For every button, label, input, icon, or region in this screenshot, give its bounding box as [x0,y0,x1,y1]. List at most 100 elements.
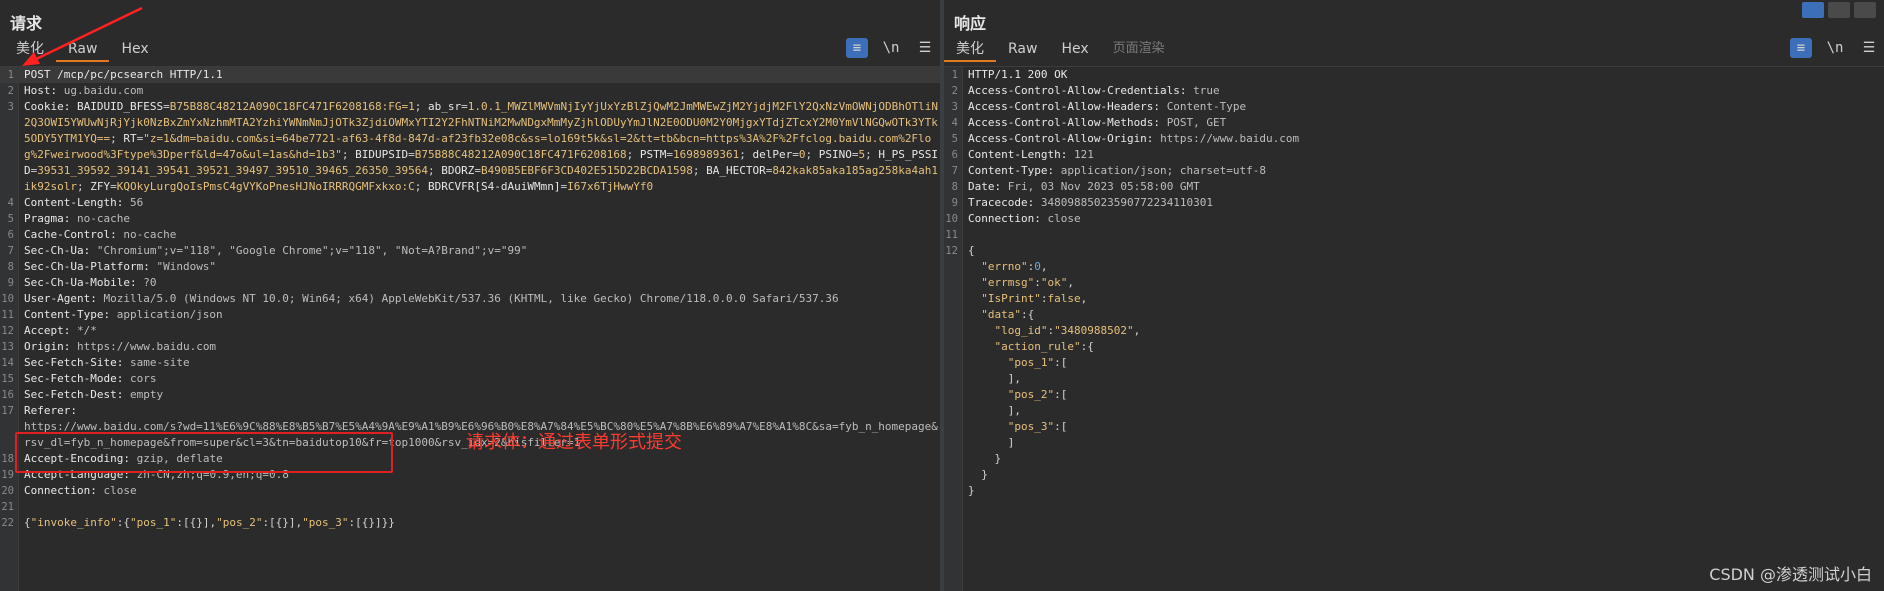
code-line: 1 HTTP/1.1 200 OK [944,67,1884,83]
code-line: 7 Content-Type: application/json; charset… [944,163,1884,179]
line-content: Sec-Fetch-Dest: empty [24,388,164,401]
code-line: 4 Access-Control-Allow-Methods: POST, GET [944,115,1884,131]
response-editor[interactable]: 1 HTTP/1.1 200 OK 2 Access-Control-Allow-Cr… [944,66,1884,591]
line-number: 9 [951,197,958,209]
wrap-lines-icon[interactable]: ≡ [1790,38,1812,58]
line-content: ], [968,404,1021,417]
code-line: 10 User-Agent: Mozilla/5.0 (Windows NT 10… [0,291,940,307]
code-line: 15 Sec-Fetch-Mode: cors [0,371,940,387]
line-number [944,483,962,499]
code-line: } [944,467,1884,483]
line-number [944,403,962,419]
menu-icon[interactable]: ☰ [1858,38,1880,58]
code-line: 10 Connection: close [944,211,1884,227]
code-line: ], [944,371,1884,387]
line-number: 2 [7,85,14,97]
tab-raw[interactable]: Raw [996,38,1049,62]
code-line: 11 Content-Type: application/json [0,307,940,323]
request-toolbar: ≡ \n ☰ [846,38,936,58]
code-line: 20 Connection: close [0,483,940,499]
code-line: ], [944,403,1884,419]
line-number: 5 [951,133,958,145]
line-content: Access-Control-Allow-Methods: POST, GET [968,116,1227,129]
tab-hex[interactable]: Hex [1049,38,1100,62]
request-body-highlight-box [15,432,393,473]
layout-single-icon[interactable] [1854,2,1876,18]
wrap-lines-icon[interactable]: ≡ [846,38,868,58]
code-line: 2 Access-Control-Allow-Credentials: true [944,83,1884,99]
newline-toggle-icon[interactable]: \n [1824,38,1846,58]
line-content: "pos_2":[ [1007,388,1068,401]
line-number [944,451,962,467]
code-line: } [944,451,1884,467]
line-number: 11 [945,229,958,241]
line-number: 8 [951,181,958,193]
response-title: 响应 [954,14,987,33]
response-pane: 响应 美化 Raw Hex 页面渲染 ≡ \n ☰ 1 HTTP/1.1 200 … [944,0,1884,591]
line-content: {"invoke_info":{"pos_1":[{}],"pos_2":[{}… [24,516,395,529]
response-code: 1 HTTP/1.1 200 OK 2 Access-Control-Allow-Cr… [944,67,1884,499]
line-content: "log_id":"3480988502", [994,324,1141,337]
line-content: Tracecode: 34809885023590772234110301 [968,196,1214,209]
line-number: 7 [951,165,958,177]
layout-stacked-icon[interactable] [1828,2,1850,18]
line-content: Date: Fri, 03 Nov 2023 05:58:00 GMT [968,180,1200,193]
line-content: Connection: close [24,484,137,497]
line-content: Sec-Ch-Ua-Mobile: ?0 [24,276,157,289]
code-line: 11 [944,227,1884,243]
code-line: ] [944,435,1884,451]
line-number: 12 [1,325,14,337]
line-content: "pos_1":[ [1007,356,1068,369]
tab-pretty[interactable]: 美化 [944,38,996,62]
line-content: Access-Control-Allow-Headers: Content-Ty… [968,100,1247,113]
line-number: 15 [1,373,14,385]
line-content: Content-Type: application/json; charset=… [968,164,1267,177]
line-content: } [968,468,988,481]
code-line: "data":{ [944,307,1884,323]
code-line: 4 Content-Length: 56 [0,195,940,211]
line-number [944,339,962,355]
layout-side-by-side-icon[interactable] [1802,2,1824,18]
line-content: "action_rule":{ [994,340,1094,353]
line-number: 8 [7,261,14,273]
line-number [944,323,962,339]
code-line: "pos_2":[ [944,387,1884,403]
line-content: } [968,484,975,497]
line-number [944,467,962,483]
request-editor[interactable]: 1 POST /mcp/pc/pcsearch HTTP/1.1 2 Host: ug… [0,66,940,591]
line-content: Connection: close [968,212,1081,225]
line-number: 7 [7,245,14,257]
watermark: CSDN @渗透测试小白 [1709,565,1872,584]
response-tabs: 美化 Raw Hex 页面渲染 [944,38,1177,62]
menu-icon[interactable]: ☰ [914,38,936,58]
line-number: 4 [951,117,958,129]
line-number: 10 [1,293,14,305]
line-content: Sec-Ch-Ua-Platform: "Windows" [24,260,217,273]
line-content: Content-Length: 121 [968,148,1094,161]
tab-render[interactable]: 页面渲染 [1101,38,1177,62]
line-content: ], [968,372,1021,385]
line-number: 16 [1,389,14,401]
line-number [944,387,962,403]
code-line: "pos_1":[ [944,355,1884,371]
code-line: 9 Sec-Ch-Ua-Mobile: ?0 [0,275,940,291]
line-content: Pragma: no-cache [24,212,130,225]
code-line: 22 {"invoke_info":{"pos_1":[{}],"pos_2":[… [0,515,940,531]
line-number: 10 [945,213,958,225]
line-content: "data":{ [981,308,1035,321]
line-content: "pos_3":[ [1007,420,1068,433]
code-line: "errmsg":"ok", [944,275,1884,291]
line-content: Origin: https://www.baidu.com [24,340,217,353]
code-line: "IsPrint":false, [944,291,1884,307]
line-number: 14 [1,357,14,369]
newline-toggle-icon[interactable]: \n [880,38,902,58]
code-line: 8 Date: Fri, 03 Nov 2023 05:58:00 GMT [944,179,1884,195]
code-line: 8 Sec-Ch-Ua-Platform: "Windows" [0,259,940,275]
code-line: 3 Access-Control-Allow-Headers: Content-T… [944,99,1884,115]
code-line: 2 Host: ug.baidu.com [0,83,940,99]
line-number: 20 [1,485,14,497]
line-number [944,275,962,291]
line-content [962,227,1884,243]
line-number [944,291,962,307]
line-content: { [968,244,975,257]
